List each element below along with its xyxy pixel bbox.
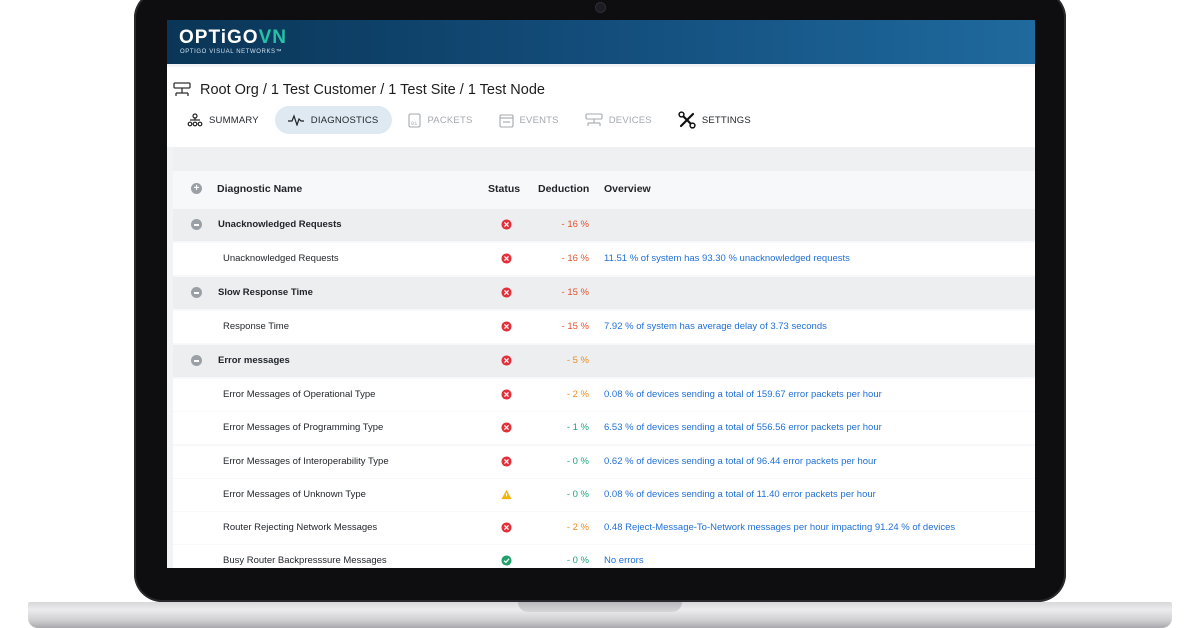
overview-link[interactable]: 0.48 Reject-Message-To-Network messages … xyxy=(604,512,955,544)
brand-name: OPTiGO xyxy=(179,27,259,48)
check-icon xyxy=(501,555,512,566)
tab-devices[interactable]: DEVICES xyxy=(575,106,662,134)
tab-summary-label: SUMMARY xyxy=(209,114,259,126)
col-overview[interactable]: Overview xyxy=(604,183,651,195)
tab-packets-label: PACKETS xyxy=(427,114,473,126)
error-icon xyxy=(501,389,512,400)
tab-bar: SUMMARY DIAGNOSTICS 01 PACKETS EVENTS DE… xyxy=(177,106,767,134)
diagnostic-name: Busy Router Backpresssure Messages xyxy=(223,555,387,566)
deduction-value: - 16 % xyxy=(561,253,589,264)
table-row[interactable]: Error Messages of Unknown Type - 0 % 0.08 … xyxy=(173,479,1035,511)
network-node-icon xyxy=(173,82,191,96)
overview-link[interactable]: 11.51 % of system has 93.30 % unacknowle… xyxy=(604,243,850,275)
brand-logo[interactable]: OPTiGOVN xyxy=(179,28,287,47)
tab-summary[interactable]: SUMMARY xyxy=(177,106,269,134)
diagnostic-name: Unacknowledged Requests xyxy=(223,253,339,264)
table-header: + Diagnostic Name Status Deduction Overv… xyxy=(173,169,1035,209)
overview-link[interactable]: 0.08 % of devices sending a total of 11.… xyxy=(604,479,876,511)
table-group-row[interactable]: Unacknowledged Requests - 16 % xyxy=(173,209,1035,241)
pulse-icon xyxy=(287,114,304,126)
tab-events-label: EVENTS xyxy=(519,114,559,126)
panel-toolbar xyxy=(173,147,1035,171)
tab-devices-label: DEVICES xyxy=(608,114,652,126)
deduction-value: - 1 % xyxy=(566,422,589,433)
table-row[interactable]: Response Time - 15 % 7.92 % of system has … xyxy=(173,311,1035,343)
overview-link[interactable]: 6.53 % of devices sending a total of 556… xyxy=(604,412,882,444)
webcam xyxy=(596,3,605,12)
collapse-icon[interactable] xyxy=(191,355,202,366)
overview-link[interactable]: 7.92 % of system has average delay of 3.… xyxy=(604,311,827,343)
deduction-value: - 15 % xyxy=(561,321,589,332)
error-icon xyxy=(501,422,512,433)
expand-all-icon[interactable]: + xyxy=(191,183,202,194)
error-icon xyxy=(501,219,512,230)
deduction-value: - 2 % xyxy=(566,389,589,400)
warning-icon xyxy=(501,489,512,500)
tab-packets[interactable]: 01 PACKETS xyxy=(398,106,482,134)
diagnostic-name: Slow Response Time xyxy=(218,287,313,298)
deduction-value: - 0 % xyxy=(566,489,589,500)
deduction-value: - 0 % xyxy=(566,555,589,566)
diagnostic-name: Error messages xyxy=(218,355,290,366)
error-icon xyxy=(501,287,512,298)
tab-events[interactable]: EVENTS xyxy=(489,106,569,134)
app-screen: OPTiGOVN OPTIGO VISUAL NETWORKS™ Root Or… xyxy=(167,20,1035,568)
table-row[interactable]: Error Messages of Operational Type - 2 % 0… xyxy=(173,379,1035,411)
overview-link[interactable]: 0.62 % of devices sending a total of 96.… xyxy=(604,446,877,478)
brand-header: OPTiGOVN OPTIGO VISUAL NETWORKS™ xyxy=(167,20,1035,64)
brand-name-accent: VN xyxy=(258,27,287,48)
laptop-notch xyxy=(518,602,682,612)
svg-text:01: 01 xyxy=(411,121,417,127)
diagnostic-name: Router Rejecting Network Messages xyxy=(223,522,378,533)
error-icon xyxy=(501,456,512,467)
error-icon xyxy=(501,355,512,366)
tools-icon xyxy=(678,111,696,129)
table-row[interactable]: Busy Router Backpresssure Messages - 0 % N… xyxy=(173,545,1035,568)
packet-icon: 01 xyxy=(408,112,422,128)
table-row[interactable]: Router Rejecting Network Messages - 2 % 0.… xyxy=(173,512,1035,544)
breadcrumb[interactable]: Root Org / 1 Test Customer / 1 Test Site… xyxy=(200,82,545,98)
tab-diagnostics[interactable]: DIAGNOSTICS xyxy=(274,106,393,134)
diagnostic-name: Unacknowledged Requests xyxy=(218,219,342,230)
hierarchy-icon xyxy=(187,113,203,127)
error-icon xyxy=(501,522,512,533)
overview-link[interactable]: No errors xyxy=(604,545,644,568)
collapse-icon[interactable] xyxy=(191,219,202,230)
col-status[interactable]: Status xyxy=(488,183,520,195)
collapse-icon[interactable] xyxy=(191,287,202,298)
col-deduction[interactable]: Deduction xyxy=(538,183,589,195)
deduction-value: - 0 % xyxy=(566,456,589,467)
tab-settings[interactable]: SETTINGS xyxy=(668,106,761,134)
diagnostic-name: Error Messages of Programming Type xyxy=(223,422,384,433)
deduction-value: - 15 % xyxy=(561,287,589,298)
deduction-value: - 16 % xyxy=(561,219,589,230)
tab-settings-label: SETTINGS xyxy=(701,114,751,126)
tab-diagnostics-label: DIAGNOSTICS xyxy=(310,114,379,126)
diagnostic-name: Error Messages of Operational Type xyxy=(223,389,376,400)
overview-link[interactable]: 0.08 % of devices sending a total of 159… xyxy=(604,379,882,411)
table-row[interactable]: Error Messages of Interoperability Type -… xyxy=(173,446,1035,478)
table-group-row[interactable]: Error messages - 5 % xyxy=(173,345,1035,377)
breadcrumb-row: Root Org / 1 Test Customer / 1 Test Site… xyxy=(173,79,545,101)
error-icon xyxy=(501,321,512,332)
table-group-row[interactable]: Slow Response Time - 15 % xyxy=(173,277,1035,309)
brand-tagline: OPTIGO VISUAL NETWORKS™ xyxy=(180,49,283,55)
calendar-icon xyxy=(498,113,514,128)
device-icon xyxy=(585,113,603,126)
error-icon xyxy=(501,253,512,264)
table-row[interactable]: Error Messages of Programming Type - 1 % 6… xyxy=(173,412,1035,444)
table-row[interactable]: Unacknowledged Requests - 16 % 11.51 % of … xyxy=(173,243,1035,275)
deduction-value: - 5 % xyxy=(566,355,589,366)
diagnostic-name: Error Messages of Unknown Type xyxy=(223,489,366,500)
col-diagnostic-name[interactable]: Diagnostic Name xyxy=(217,183,302,195)
diagnostic-name: Error Messages of Interoperability Type xyxy=(223,456,389,467)
deduction-value: - 2 % xyxy=(566,522,589,533)
diagnostic-name: Response Time xyxy=(223,321,290,332)
